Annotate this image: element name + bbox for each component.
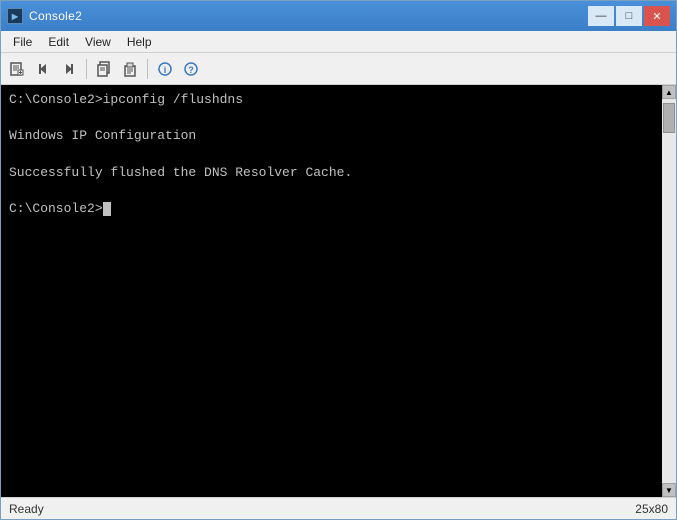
info-icon: i xyxy=(157,61,173,77)
status-ready: Ready xyxy=(9,502,44,516)
svg-text:i: i xyxy=(164,65,167,75)
window-controls: — □ ✕ xyxy=(588,6,670,26)
back-button[interactable] xyxy=(31,57,55,81)
scroll-up-arrow[interactable]: ▲ xyxy=(662,85,676,99)
back-icon xyxy=(35,61,51,77)
app-icon: ▶ xyxy=(7,8,23,24)
terminal-prompt: C:\Console2> xyxy=(9,201,103,216)
menu-edit[interactable]: Edit xyxy=(40,33,77,51)
help-button[interactable]: ? xyxy=(179,57,203,81)
forward-icon xyxy=(61,61,77,77)
copy-button[interactable] xyxy=(92,57,116,81)
toolbar-separator-2 xyxy=(147,59,148,79)
menu-view[interactable]: View xyxy=(77,33,119,51)
terminal-line-5: Successfully flushed the DNS Resolver Ca… xyxy=(9,165,352,180)
titlebar: ▶ Console2 — □ ✕ xyxy=(1,1,676,31)
scrollbar-thumb[interactable] xyxy=(663,103,675,133)
paste-button[interactable] xyxy=(118,57,142,81)
svg-text:?: ? xyxy=(188,65,194,75)
status-dimensions: 25x80 xyxy=(635,502,668,516)
toolbar: i ? xyxy=(1,53,676,85)
minimize-button[interactable]: — xyxy=(588,6,614,26)
scroll-down-arrow[interactable]: ▼ xyxy=(662,483,676,497)
terminal-line-3: Windows IP Configuration xyxy=(9,128,196,143)
close-button[interactable]: ✕ xyxy=(644,6,670,26)
scrollbar[interactable]: ▲ ▼ xyxy=(662,85,676,497)
help-icon: ? xyxy=(183,61,199,77)
titlebar-left: ▶ Console2 xyxy=(7,8,82,24)
main-window: ▶ Console2 — □ ✕ File Edit View Help xyxy=(0,0,677,520)
maximize-button[interactable]: □ xyxy=(616,6,642,26)
terminal-output[interactable]: C:\Console2>ipconfig /flushdns Windows I… xyxy=(1,85,662,497)
new-tab-icon xyxy=(9,61,25,77)
window-title: Console2 xyxy=(29,9,82,23)
menubar: File Edit View Help xyxy=(1,31,676,53)
new-tab-button[interactable] xyxy=(5,57,29,81)
terminal-line-1: C:\Console2>ipconfig /flushdns xyxy=(9,92,243,107)
menu-help[interactable]: Help xyxy=(119,33,160,51)
app-icon-text: ▶ xyxy=(12,12,18,21)
toolbar-separator-1 xyxy=(86,59,87,79)
menu-file[interactable]: File xyxy=(5,33,40,51)
paste-icon xyxy=(122,61,138,77)
copy-icon xyxy=(96,61,112,77)
scrollbar-track[interactable] xyxy=(662,99,676,483)
cursor xyxy=(103,202,111,216)
statusbar: Ready 25x80 xyxy=(1,497,676,519)
forward-button[interactable] xyxy=(57,57,81,81)
info-button[interactable]: i xyxy=(153,57,177,81)
terminal-container[interactable]: C:\Console2>ipconfig /flushdns Windows I… xyxy=(1,85,676,497)
